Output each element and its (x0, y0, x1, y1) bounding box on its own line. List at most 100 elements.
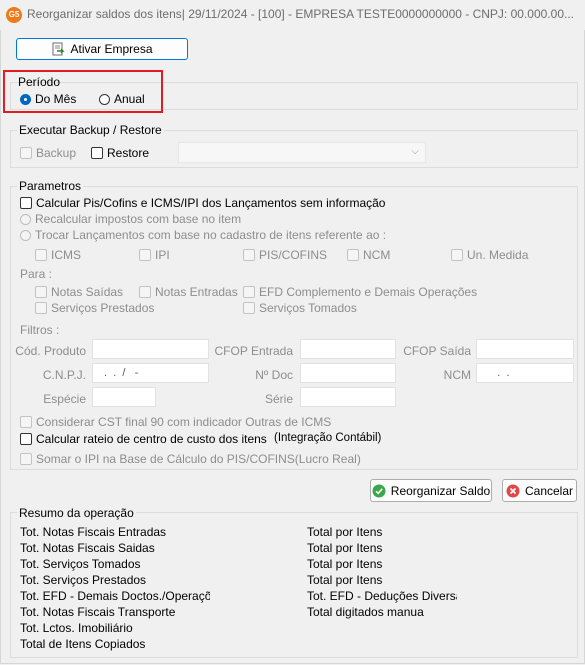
restore-check[interactable] (91, 147, 103, 159)
resumo-right-item: Total digitados manua (307, 605, 424, 619)
para-notas-entradas-checkbox[interactable]: Notas Entradas (139, 285, 238, 299)
para-efd-check[interactable] (243, 286, 255, 298)
resumo-right-item: Total por Itens (307, 541, 383, 555)
serie-input[interactable] (300, 387, 396, 407)
ativar-empresa-button[interactable]: Ativar Empresa (16, 38, 188, 60)
para-label: Para : (20, 267, 53, 281)
ncm-input[interactable]: . . (476, 363, 574, 383)
cancelar-label: Cancelar (524, 483, 574, 498)
resumo-left-item: Tot. Notas Fiscais Transporte (20, 605, 176, 619)
document-arrow-icon (51, 42, 66, 56)
recalcular-label: Recalcular impostos com base no item (35, 212, 242, 226)
cod-produto-label: Cód. Produto (15, 344, 86, 358)
recalcular-radio-dot[interactable] (20, 213, 31, 225)
resumo-right-item: Total por Itens (307, 525, 383, 539)
resumo-left-item: Tot. Serviços Prestados (20, 573, 147, 587)
backup-checkbox[interactable]: Backup (20, 146, 76, 160)
resumo-left-item: Total de Itens Copiados (20, 637, 146, 651)
para-servicos-tomados-checkbox[interactable]: Serviços Tomados (243, 301, 357, 315)
calcular-rateio-checkbox[interactable]: Calcular rateio de centro de custo dos i… (20, 432, 267, 446)
reorganizar-saldo-button[interactable]: Reorganizar Saldo (370, 479, 492, 502)
calc-piscofins-label: Calcular Pis/Cofins e ICMS/IPI dos Lança… (36, 196, 386, 210)
resumo-left-item: Tot. Serviços Tomados (20, 557, 141, 571)
restore-select[interactable]: ⌵ (178, 142, 426, 163)
especie-label: Espécie (43, 392, 86, 406)
app-logo-icon: G5 (6, 7, 22, 23)
reorganizar-saldo-label: Reorganizar Saldo (390, 483, 491, 498)
window-title: Reorganizar saldos dos itens| 29/11/2024… (27, 7, 574, 21)
trocar-ipi-checkbox[interactable]: IPI (139, 248, 170, 262)
backup-check[interactable] (20, 147, 32, 159)
cfop-saida-input[interactable] (476, 339, 574, 359)
cnpj-mask: . . / - (101, 367, 139, 379)
considerar-cst-label: Considerar CST final 90 com indicador Ou… (36, 415, 332, 429)
ativar-empresa-label: Ativar Empresa (70, 42, 153, 56)
title-bar: G5 Reorganizar saldos dos itens| 29/11/2… (0, 0, 585, 30)
cancelar-button[interactable]: Cancelar (502, 479, 577, 502)
trocar-unmedida-checkbox[interactable]: Un. Medida (451, 248, 528, 262)
para-notas-entradas-label: Notas Entradas (155, 285, 238, 299)
resumo-group-title: Resumo da operação (17, 506, 136, 520)
calcular-rateio-check[interactable] (20, 433, 32, 445)
resumo-right-item: Tot. EFD - Deduções Diversas (307, 589, 457, 603)
resumo-right-list: Total por Itens Total por Itens Total po… (307, 524, 457, 620)
restore-label: Restore (107, 146, 150, 160)
chevron-down-icon: ⌵ (411, 146, 419, 157)
somar-ipi-checkbox[interactable]: Somar o IPI na Base de Cálculo do PIS/CO… (20, 452, 361, 466)
trocar-label: Trocar Lançamentos com base no cadastro … (35, 228, 387, 242)
resumo-left-item: Tot. Notas Fiscais Entradas (20, 525, 167, 539)
calc-piscofins-check[interactable] (20, 197, 32, 209)
para-efd-checkbox[interactable]: EFD Complemento e Demais Operações (243, 285, 477, 299)
para-servicos-prestados-checkbox[interactable]: Serviços Prestados (35, 301, 154, 315)
highlight-box (3, 70, 163, 113)
ncm-label: NCM (443, 368, 471, 382)
resumo-right-item: Total por Itens (307, 573, 383, 587)
restore-checkbox[interactable]: Restore (91, 146, 149, 160)
somar-ipi-check[interactable] (20, 453, 32, 465)
trocar-unmedida-check[interactable] (451, 249, 463, 261)
para-efd-label: EFD Complemento e Demais Operações (259, 285, 478, 299)
parametros-group-title: Parametros (17, 179, 84, 193)
trocar-piscofins-check[interactable] (243, 249, 255, 261)
para-notas-saidas-label: Notas Saídas (51, 285, 124, 299)
trocar-ipi-label: IPI (155, 248, 170, 262)
cnpj-label: C.N.P.J. (42, 368, 86, 382)
trocar-ncm-check[interactable] (347, 249, 359, 261)
trocar-piscofins-label: PIS/COFINS (259, 248, 328, 262)
para-notas-entradas-check[interactable] (139, 286, 151, 298)
cod-produto-input[interactable] (92, 339, 209, 359)
para-notas-saidas-checkbox[interactable]: Notas Saídas (35, 285, 123, 299)
para-servicos-tomados-check[interactable] (243, 302, 255, 314)
para-servicos-prestados-check[interactable] (35, 302, 47, 314)
trocar-icms-label: ICMS (51, 248, 81, 262)
calc-piscofins-checkbox[interactable]: Calcular Pis/Cofins e ICMS/IPI dos Lança… (20, 196, 385, 210)
para-servicos-tomados-label: Serviços Tomados (259, 301, 357, 315)
trocar-radio[interactable]: Trocar Lançamentos com base no cadastro … (20, 228, 386, 242)
trocar-radio-dot[interactable] (20, 229, 31, 241)
check-circle-icon (372, 484, 386, 498)
para-servicos-prestados-label: Serviços Prestados (51, 301, 155, 315)
considerar-cst-check[interactable] (20, 416, 32, 428)
trocar-ncm-label: NCM (363, 248, 391, 262)
filtros-label: Filtros : (20, 323, 60, 337)
para-notas-saidas-check[interactable] (35, 286, 47, 298)
trocar-icms-check[interactable] (35, 249, 47, 261)
somar-ipi-label: Somar o IPI na Base de Cálculo do PIS/CO… (36, 452, 361, 466)
especie-input[interactable] (92, 387, 156, 407)
trocar-ncm-checkbox[interactable]: NCM (347, 248, 390, 262)
trocar-icms-checkbox[interactable]: ICMS (35, 248, 81, 262)
cfop-entrada-input[interactable] (300, 339, 396, 359)
recalcular-radio[interactable]: Recalcular impostos com base no item (20, 212, 241, 226)
trocar-ipi-check[interactable] (139, 249, 151, 261)
trocar-unmedida-label: Un. Medida (467, 248, 529, 262)
resumo-left-item: Tot. Notas Fiscais Saidas (20, 541, 155, 555)
considerar-cst-checkbox[interactable]: Considerar CST final 90 com indicador Ou… (20, 415, 331, 429)
trocar-piscofins-checkbox[interactable]: PIS/COFINS (243, 248, 327, 262)
num-doc-label: Nº Doc (255, 368, 293, 382)
cfop-entrada-label: CFOP Entrada (214, 344, 293, 358)
cnpj-input[interactable]: . . / - (92, 363, 209, 383)
resumo-left-item: Tot. Lctos. Imobiliário (20, 621, 133, 635)
serie-label: Série (264, 392, 293, 406)
integracao-label: (Integração Contábil) (274, 432, 382, 444)
num-doc-input[interactable] (300, 363, 396, 383)
